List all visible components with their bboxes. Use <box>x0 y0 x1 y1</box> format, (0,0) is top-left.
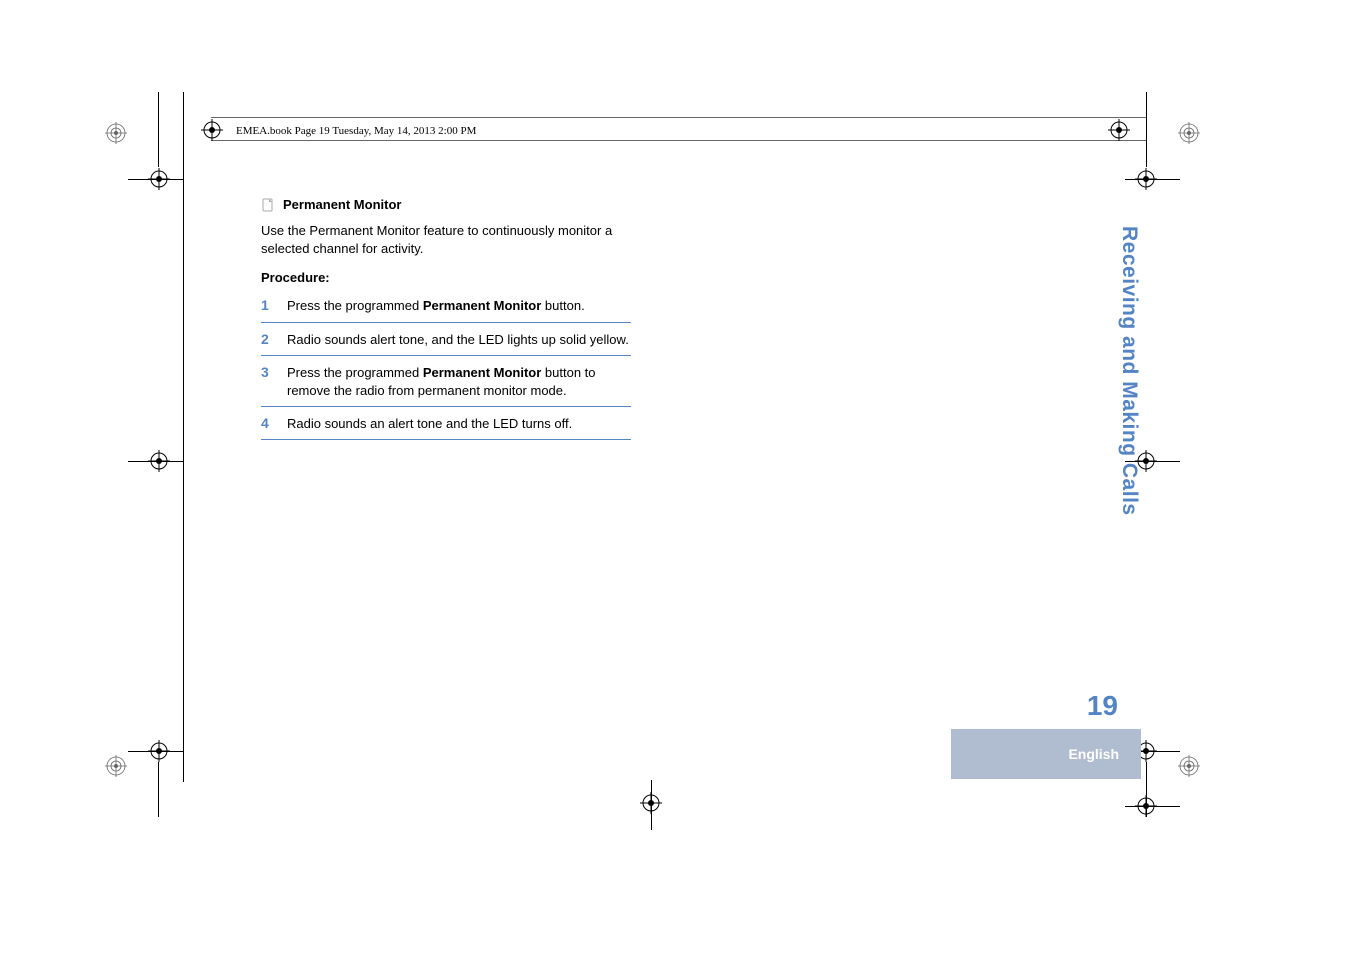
crop-line <box>1146 92 1147 167</box>
crop-line <box>158 92 159 167</box>
crop-line <box>128 179 183 180</box>
procedure-step: 3 Press the programmed Permanent Monitor … <box>261 360 631 407</box>
procedure-label: Procedure: <box>261 270 631 285</box>
crop-line <box>128 461 183 462</box>
language-box: English <box>951 729 1141 779</box>
crop-line <box>1125 806 1180 807</box>
registration-mark-icon <box>1108 119 1130 141</box>
page-number: 19 <box>1087 690 1118 722</box>
crop-line <box>158 762 159 817</box>
registration-mark-icon <box>1178 122 1200 144</box>
step-number: 1 <box>261 297 275 315</box>
crop-line <box>651 780 652 830</box>
procedure-step: 4 Radio sounds an alert tone and the LED … <box>261 411 631 440</box>
document-icon <box>261 198 275 212</box>
chapter-tab: Receiving and Making Calls <box>1107 226 1141 526</box>
section-description: Use the Permanent Monitor feature to con… <box>261 222 631 258</box>
frame-left <box>183 92 184 782</box>
registration-mark-icon <box>105 755 127 777</box>
header-rule-bottom <box>211 140 1146 141</box>
section-heading: Permanent Monitor <box>261 197 631 212</box>
step-text: Radio sounds alert tone, and the LED lig… <box>287 331 629 349</box>
step-text: Radio sounds an alert tone and the LED t… <box>287 415 572 433</box>
procedure-step: 2 Radio sounds alert tone, and the LED li… <box>261 327 631 356</box>
step-text: Press the programmed Permanent Monitor b… <box>287 364 631 400</box>
step-number: 4 <box>261 415 275 433</box>
registration-mark-icon <box>201 119 223 141</box>
step-number: 3 <box>261 364 275 400</box>
language-label: English <box>1068 746 1119 762</box>
crop-line <box>1125 179 1180 180</box>
procedure-steps: 1 Press the programmed Permanent Monitor … <box>261 293 631 440</box>
registration-mark-icon <box>105 122 127 144</box>
content-area: Permanent Monitor Use the Permanent Moni… <box>261 197 631 444</box>
procedure-step: 1 Press the programmed Permanent Monitor … <box>261 293 631 322</box>
registration-mark-icon <box>1178 755 1200 777</box>
header-rule-top <box>211 117 1146 118</box>
step-number: 2 <box>261 331 275 349</box>
crop-line <box>1146 762 1147 817</box>
section-title: Permanent Monitor <box>283 197 401 212</box>
crop-line <box>128 751 183 752</box>
header-running-text: EMEA.book Page 19 Tuesday, May 14, 2013 … <box>236 125 476 137</box>
step-text: Press the programmed Permanent Monitor b… <box>287 297 585 315</box>
